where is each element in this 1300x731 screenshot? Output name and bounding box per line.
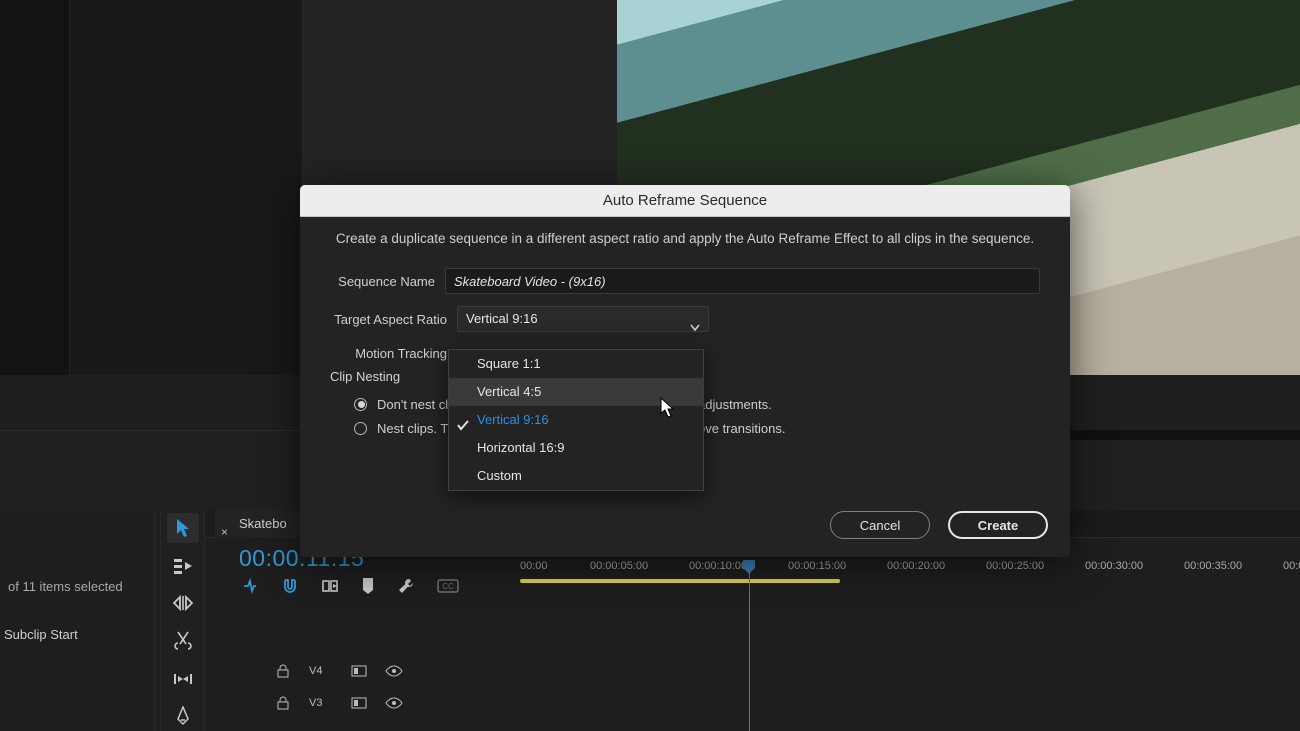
radio-label-tail: adjustments. (698, 397, 772, 412)
aspect-option-square[interactable]: Square 1:1 (449, 350, 703, 378)
project-column-header[interactable]: Subclip Start (4, 627, 78, 642)
ripple-edit-tool[interactable] (167, 588, 199, 618)
aspect-option-16-9[interactable]: Horizontal 16:9 (449, 434, 703, 462)
radio-icon (354, 398, 367, 411)
dialog-description: Create a duplicate sequence in a differe… (300, 217, 1070, 256)
motion-tracking-label: Motion Tracking (330, 346, 457, 361)
radio-label: Nest clips. Th (377, 421, 456, 436)
aspect-option-custom[interactable]: Custom (449, 462, 703, 490)
dialog-buttons: Cancel Create (830, 511, 1048, 539)
razor-tool[interactable] (167, 626, 199, 656)
project-selection-status: of 11 items selected (0, 575, 155, 598)
time-ruler[interactable]: 00:00 00:00:05:00 00:00:10:00 00:00:15:0… (520, 560, 1300, 578)
timeline-options: CC (241, 577, 459, 598)
slip-tool[interactable] (167, 664, 199, 694)
ruler-tick: 00:00:30:00 (1085, 560, 1143, 572)
aspect-ratio-label: Target Aspect Ratio (330, 312, 457, 327)
toggle-sync-icon[interactable] (351, 665, 367, 677)
timeline-tab-active[interactable]: × Skatebo (215, 508, 303, 538)
aspect-option-label: Vertical 9:16 (477, 412, 549, 427)
timeline-tab-label: Skatebo (239, 516, 287, 531)
lock-icon[interactable] (277, 696, 291, 710)
track-label: V3 (309, 697, 333, 709)
work-area-range[interactable] (520, 579, 840, 583)
aspect-ratio-options: Square 1:1 Vertical 4:5 Vertical 9:16 Ho… (448, 349, 704, 491)
aspect-ratio-value: Vertical 9:16 (466, 311, 538, 326)
sequence-name-input[interactable] (445, 268, 1040, 294)
svg-text:CC: CC (442, 582, 454, 591)
create-button[interactable]: Create (948, 511, 1048, 539)
work-area-bar[interactable] (520, 579, 1300, 589)
track-header-v3[interactable]: V3 (265, 687, 1300, 719)
pen-tool[interactable] (167, 701, 199, 731)
radio-icon (354, 422, 367, 435)
timeline-tools (160, 505, 205, 731)
chevron-down-icon (690, 316, 700, 340)
track-header-v4[interactable]: V4 (265, 655, 1300, 687)
ruler-tick: 00:00:05:00 (590, 560, 648, 572)
wrench-icon[interactable] (397, 577, 415, 598)
radio-label-tail: ove transitions. (698, 421, 785, 436)
track-select-tool[interactable] (167, 551, 199, 581)
toggle-sync-icon[interactable] (351, 697, 367, 709)
ruler-tick: 00:00:15:00 (788, 560, 846, 572)
left-gutter (0, 0, 70, 375)
magnet-icon[interactable] (281, 577, 299, 598)
toggle-visibility-icon[interactable] (385, 665, 403, 677)
ruler-tick: 00:0 (1283, 560, 1300, 572)
ruler-tick: 00:00:25:00 (986, 560, 1044, 572)
aspect-ratio-dropdown[interactable]: Vertical 9:16 (457, 306, 709, 332)
radio-label: Don't nest cli (377, 397, 451, 412)
dialog-title: Auto Reframe Sequence (300, 185, 1070, 217)
cancel-button[interactable]: Cancel (830, 511, 930, 539)
track-label: V4 (309, 665, 333, 677)
sequence-name-label: Sequence Name (330, 274, 445, 289)
linked-selection-icon[interactable] (321, 577, 339, 598)
snap-icon[interactable] (241, 577, 259, 598)
selection-tool[interactable] (167, 513, 199, 543)
aspect-option-4-5[interactable]: Vertical 4:5 (449, 378, 703, 406)
source-panel (70, 0, 303, 375)
aspect-option-9-16[interactable]: Vertical 9:16 (449, 406, 703, 434)
marker-icon[interactable] (361, 577, 375, 598)
lock-icon[interactable] (277, 664, 291, 678)
track-headers: V4 V3 (265, 655, 1300, 719)
cc-icon[interactable]: CC (437, 579, 459, 596)
ruler-tick: 00:00:20:00 (887, 560, 945, 572)
ruler-tick: 00:00 (520, 560, 548, 572)
ruler-tick: 00:00:10:00 (689, 560, 747, 572)
toggle-visibility-icon[interactable] (385, 697, 403, 709)
ruler-tick: 00:00:35:00 (1184, 560, 1242, 572)
close-tab-icon[interactable]: × (221, 517, 228, 547)
